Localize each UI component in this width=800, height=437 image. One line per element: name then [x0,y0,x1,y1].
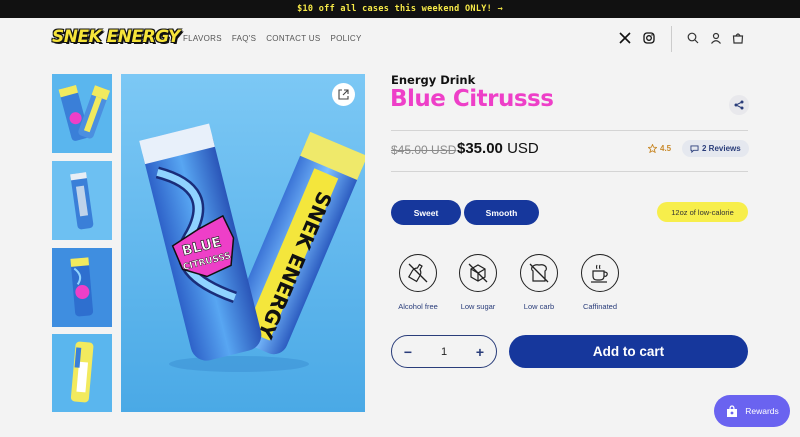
current-price: $35.00 USD [457,140,539,157]
feature-label: Low sugar [460,302,496,311]
nav-faqs[interactable]: FAQ'S [232,34,256,43]
header-divider [671,26,672,52]
nav-policy[interactable]: POLICY [331,34,362,43]
quantity-value[interactable]: 1 [441,346,447,358]
feature-low-sugar: Low sugar [448,254,508,311]
reviews-link[interactable]: 2 Reviews [682,140,749,157]
account-icon[interactable] [708,30,724,46]
feature-label: Low carb [523,302,555,311]
price-currency: USD [507,140,539,157]
nav-contact-us[interactable]: CONTACT US [266,34,320,43]
share-icon [734,100,744,110]
rating-value: 4.5 [660,144,672,153]
instagram-icon[interactable] [641,30,657,46]
rating-badge[interactable]: 4.5 [643,141,676,156]
thumbnail-4[interactable] [52,334,112,412]
external-link-icon [338,89,349,100]
calorie-badge: 12oz of low-calorie [657,202,748,222]
cart-icon[interactable] [730,30,746,46]
divider-bottom [391,171,748,172]
feature-alcohol-free: Alcohol free [388,254,448,311]
search-icon[interactable] [685,30,701,46]
quantity-stepper: − 1 + [391,335,497,368]
rewards-label: Rewards [745,406,779,416]
feature-low-carb: Low carb [509,254,569,311]
gift-bag-icon [727,404,738,417]
expand-image-button[interactable] [332,83,355,106]
thumbnail-2[interactable] [52,161,112,240]
feature-label: Alcohol free [398,302,438,311]
can-front-image [52,248,112,327]
original-price: $45.00 USD [391,143,457,157]
product-subtitle: Energy Drink [391,73,476,87]
can-back-image [52,334,112,412]
comment-icon [690,144,699,153]
divider-top [391,130,748,131]
x-icon[interactable] [617,30,633,46]
add-to-cart-button[interactable]: Add to cart [509,335,748,368]
nav-flavors[interactable]: FLAVORS [183,34,222,43]
no-alcohol-icon [399,254,437,292]
thumbnail-1[interactable] [52,74,112,153]
bread-icon [520,254,558,292]
can-pair-image [52,74,112,153]
price-amount: $35.00 [457,140,503,157]
tag-sweet[interactable]: Sweet [391,200,461,225]
announcement-bar[interactable]: $10 off all cases this weekend ONLY! → [0,0,800,18]
announcement-text[interactable]: $10 off all cases this weekend ONLY! → [297,4,503,14]
site-header: SNEK ENERGY FLAVORS FAQ'S CONTACT US POL… [0,18,800,60]
reviews-count: 2 Reviews [702,144,741,153]
tag-smooth[interactable]: Smooth [464,200,539,225]
star-icon [648,144,657,153]
share-button[interactable] [729,95,749,115]
quantity-increase-button[interactable]: + [473,344,487,360]
product-title: Blue Citrusss [390,86,554,112]
coffee-cup-icon [581,254,619,292]
feature-caffinated: Caffinated [570,254,630,311]
product-cans-illustration: SNEK ENERGY BLUE CITRUSSS [139,123,365,372]
thumbnail-3[interactable] [52,248,112,327]
main-nav: FLAVORS FAQ'S CONTACT US POLICY [183,34,362,43]
sugar-cube-icon [459,254,497,292]
can-side-image [52,161,112,240]
brand-logo[interactable]: SNEK ENERGY [52,27,180,47]
main-product-image: SNEK ENERGY BLUE CITRUSSS [121,74,365,412]
rewards-button[interactable]: Rewards [714,395,790,427]
feature-label: Caffinated [582,302,618,311]
quantity-decrease-button[interactable]: − [401,344,415,360]
